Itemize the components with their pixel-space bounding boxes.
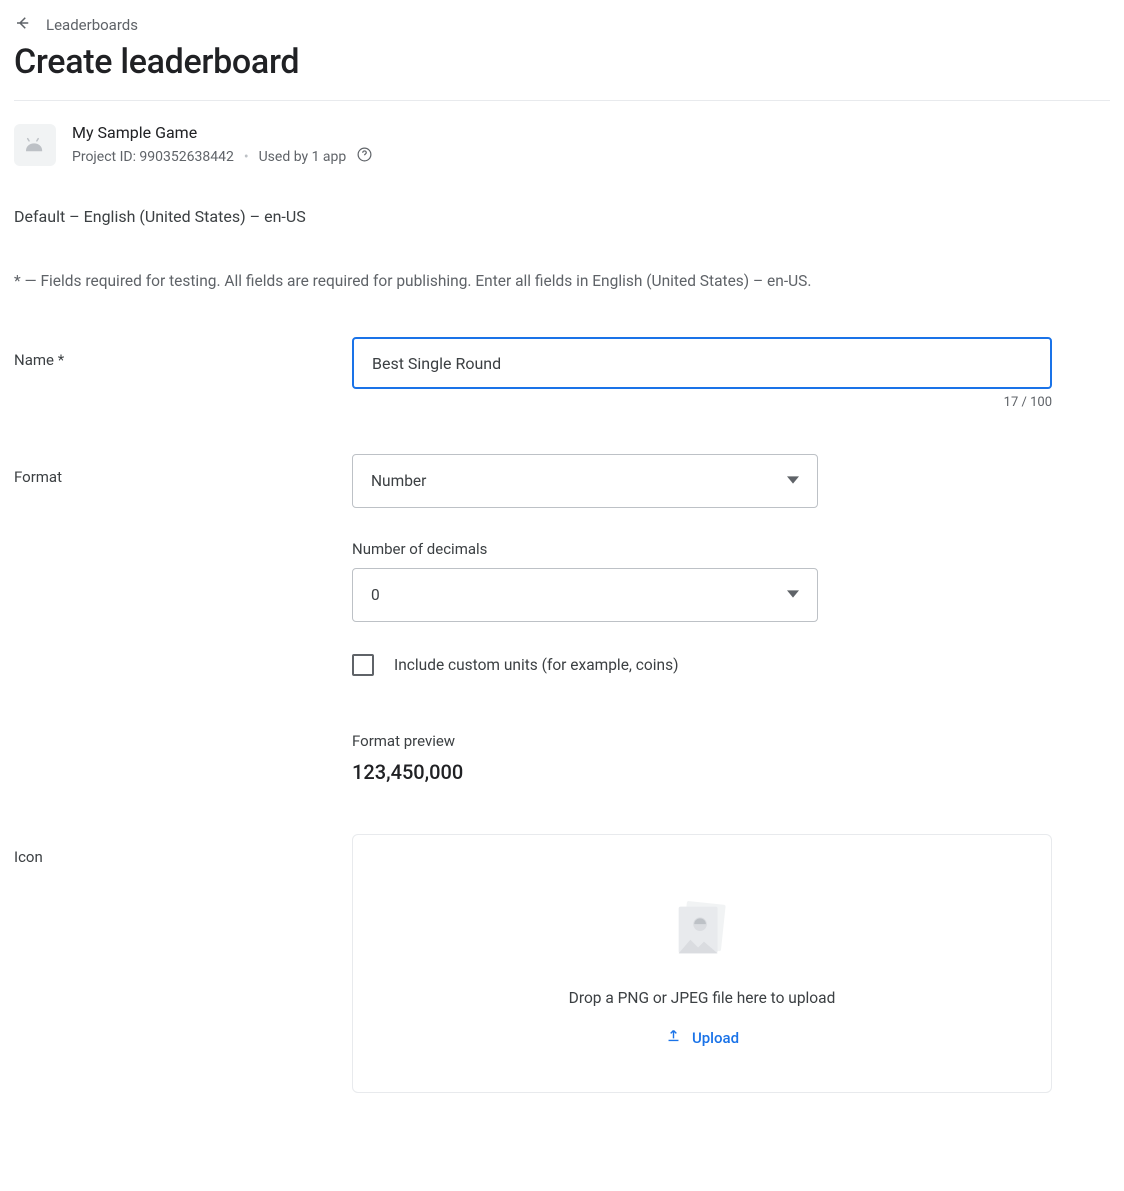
chevron-down-icon	[787, 586, 799, 604]
upload-button[interactable]: Upload	[665, 1027, 739, 1048]
breadcrumb-label: Leaderboards	[46, 16, 138, 34]
format-select-value: Number	[371, 472, 426, 490]
decimals-label: Number of decimals	[352, 540, 1052, 558]
icon-dropzone[interactable]: Drop a PNG or JPEG file here to upload U…	[352, 834, 1052, 1093]
name-label: Name *	[14, 337, 352, 369]
android-icon	[14, 124, 56, 166]
page-title: Create leaderboard	[14, 42, 1110, 82]
project-header: My Sample Game Project ID: 990352638442 …	[14, 123, 1110, 167]
breadcrumb[interactable]: Leaderboards	[14, 14, 1110, 36]
divider	[14, 100, 1110, 101]
back-arrow-icon[interactable]	[14, 14, 32, 36]
format-preview-label: Format preview	[352, 732, 1052, 750]
dropzone-text: Drop a PNG or JPEG file here to upload	[569, 989, 836, 1007]
locale-text: Default – English (United States) – en-U…	[14, 207, 1110, 226]
help-icon[interactable]	[356, 146, 373, 167]
image-stack-icon	[667, 895, 737, 969]
field-icon: Icon Drop a PNG or JPEG file here to upl…	[14, 834, 1110, 1093]
upload-icon	[665, 1027, 682, 1048]
decimals-select[interactable]: 0	[352, 568, 818, 622]
field-name: Name * 17 / 100	[14, 337, 1110, 410]
project-id: Project ID: 990352638442	[72, 149, 234, 165]
format-select[interactable]: Number	[352, 454, 818, 508]
decimals-select-value: 0	[371, 586, 380, 604]
custom-units-checkbox[interactable]	[352, 654, 374, 676]
field-format: Format Number Number of decimals 0 Inclu…	[14, 454, 1110, 834]
project-meta: My Sample Game Project ID: 990352638442 …	[72, 123, 373, 167]
name-input[interactable]	[352, 337, 1052, 389]
required-note: * — Fields required for testing. All fie…	[14, 270, 1110, 293]
project-name: My Sample Game	[72, 123, 373, 142]
name-char-count: 17 / 100	[352, 395, 1052, 410]
upload-label: Upload	[692, 1029, 739, 1047]
separator-dot: •	[244, 149, 249, 165]
project-usage: Used by 1 app	[259, 149, 347, 165]
format-label: Format	[14, 454, 352, 486]
format-preview-value: 123,450,000	[352, 760, 1052, 784]
chevron-down-icon	[787, 472, 799, 490]
icon-label: Icon	[14, 834, 352, 866]
custom-units-label: Include custom units (for example, coins…	[394, 656, 678, 674]
